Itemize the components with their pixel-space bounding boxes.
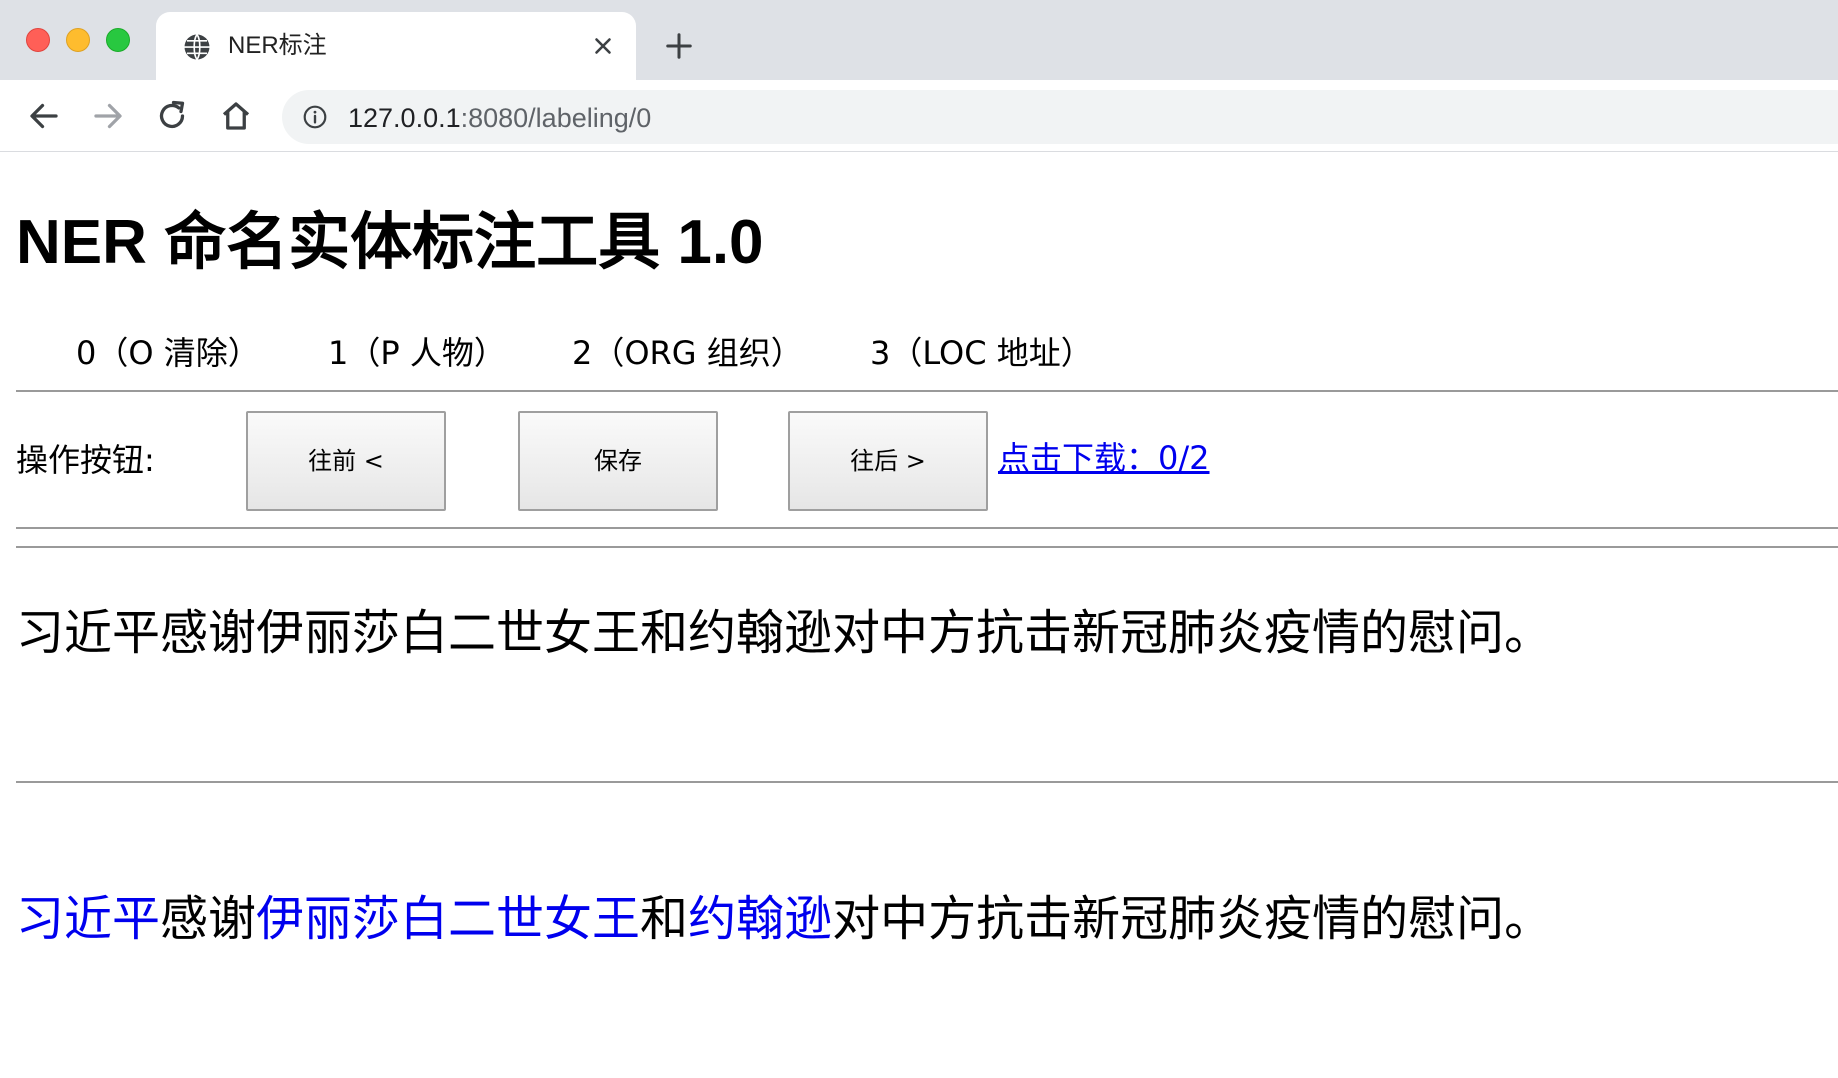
label-option-location[interactable]: 3（LOC 地址） [870,328,1093,378]
info-icon[interactable] [302,104,328,130]
close-tab-icon[interactable] [590,33,616,59]
previous-button[interactable]: 往前 < [246,411,446,511]
label-options: 0（O 清除） 1（P 人物） 2（ORG 组织） 3（LOC 地址） [0,328,1838,378]
tagged-sentence: 习近平感谢伊丽莎白二世女王和约翰逊对中方抗击新冠肺炎疫情的慰问。 [16,887,1552,951]
next-button[interactable]: 往后 > [788,411,988,511]
browser-toolbar: 127.0.0.1:8080/labeling/0 [0,80,1838,152]
url-text: 127.0.0.1:8080/labeling/0 [348,102,651,134]
minimize-window-button[interactable] [66,28,90,52]
page-content: NER 命名实体标注工具 1.0 0（O 清除） 1（P 人物） 2（ORG 组… [0,153,1838,1078]
operations-label: 操作按钮: [16,441,155,479]
download-link[interactable]: 点击下载：0/2 [998,433,1210,483]
browser-tab-strip: NER标注 [0,0,1838,80]
save-button[interactable]: 保存 [518,411,718,511]
url-host: 127.0.0.1 [348,103,461,133]
browser-tab-active[interactable]: NER标注 [156,12,636,80]
divider [16,527,1838,529]
label-option-clear[interactable]: 0（O 清除） [76,328,260,378]
address-bar[interactable]: 127.0.0.1:8080/labeling/0 [282,90,1838,144]
sentence-segment: 感谢 [160,891,257,947]
url-path: :8080/labeling/0 [460,103,652,133]
divider [16,390,1838,392]
globe-icon [184,34,210,60]
label-option-organization[interactable]: 2（ORG 组织） [572,328,803,378]
zoom-window-button[interactable] [106,28,130,52]
page-title: NER 命名实体标注工具 1.0 [16,208,764,277]
reload-icon[interactable] [154,98,190,134]
entity-span: 习近平 [16,891,161,947]
forward-arrow-icon[interactable] [90,98,126,134]
divider [16,546,1838,548]
divider [16,781,1838,783]
entity-span: 伊丽莎白二世女王 [256,891,641,947]
entity-span: 约翰逊 [688,891,833,947]
tab-title: NER标注 [228,32,327,59]
back-arrow-icon[interactable] [26,98,62,134]
source-sentence[interactable]: 习近平感谢伊丽莎白二世女王和约翰逊对中方抗击新冠肺炎疫情的慰问。 [16,601,1552,665]
sentence-segment: 对中方抗击新冠肺炎疫情的慰问。 [832,891,1553,947]
label-option-person[interactable]: 1（P 人物） [328,328,506,378]
close-window-button[interactable] [26,28,50,52]
new-tab-icon[interactable] [664,31,694,61]
sentence-segment: 和 [640,891,689,947]
home-icon[interactable] [218,98,254,134]
